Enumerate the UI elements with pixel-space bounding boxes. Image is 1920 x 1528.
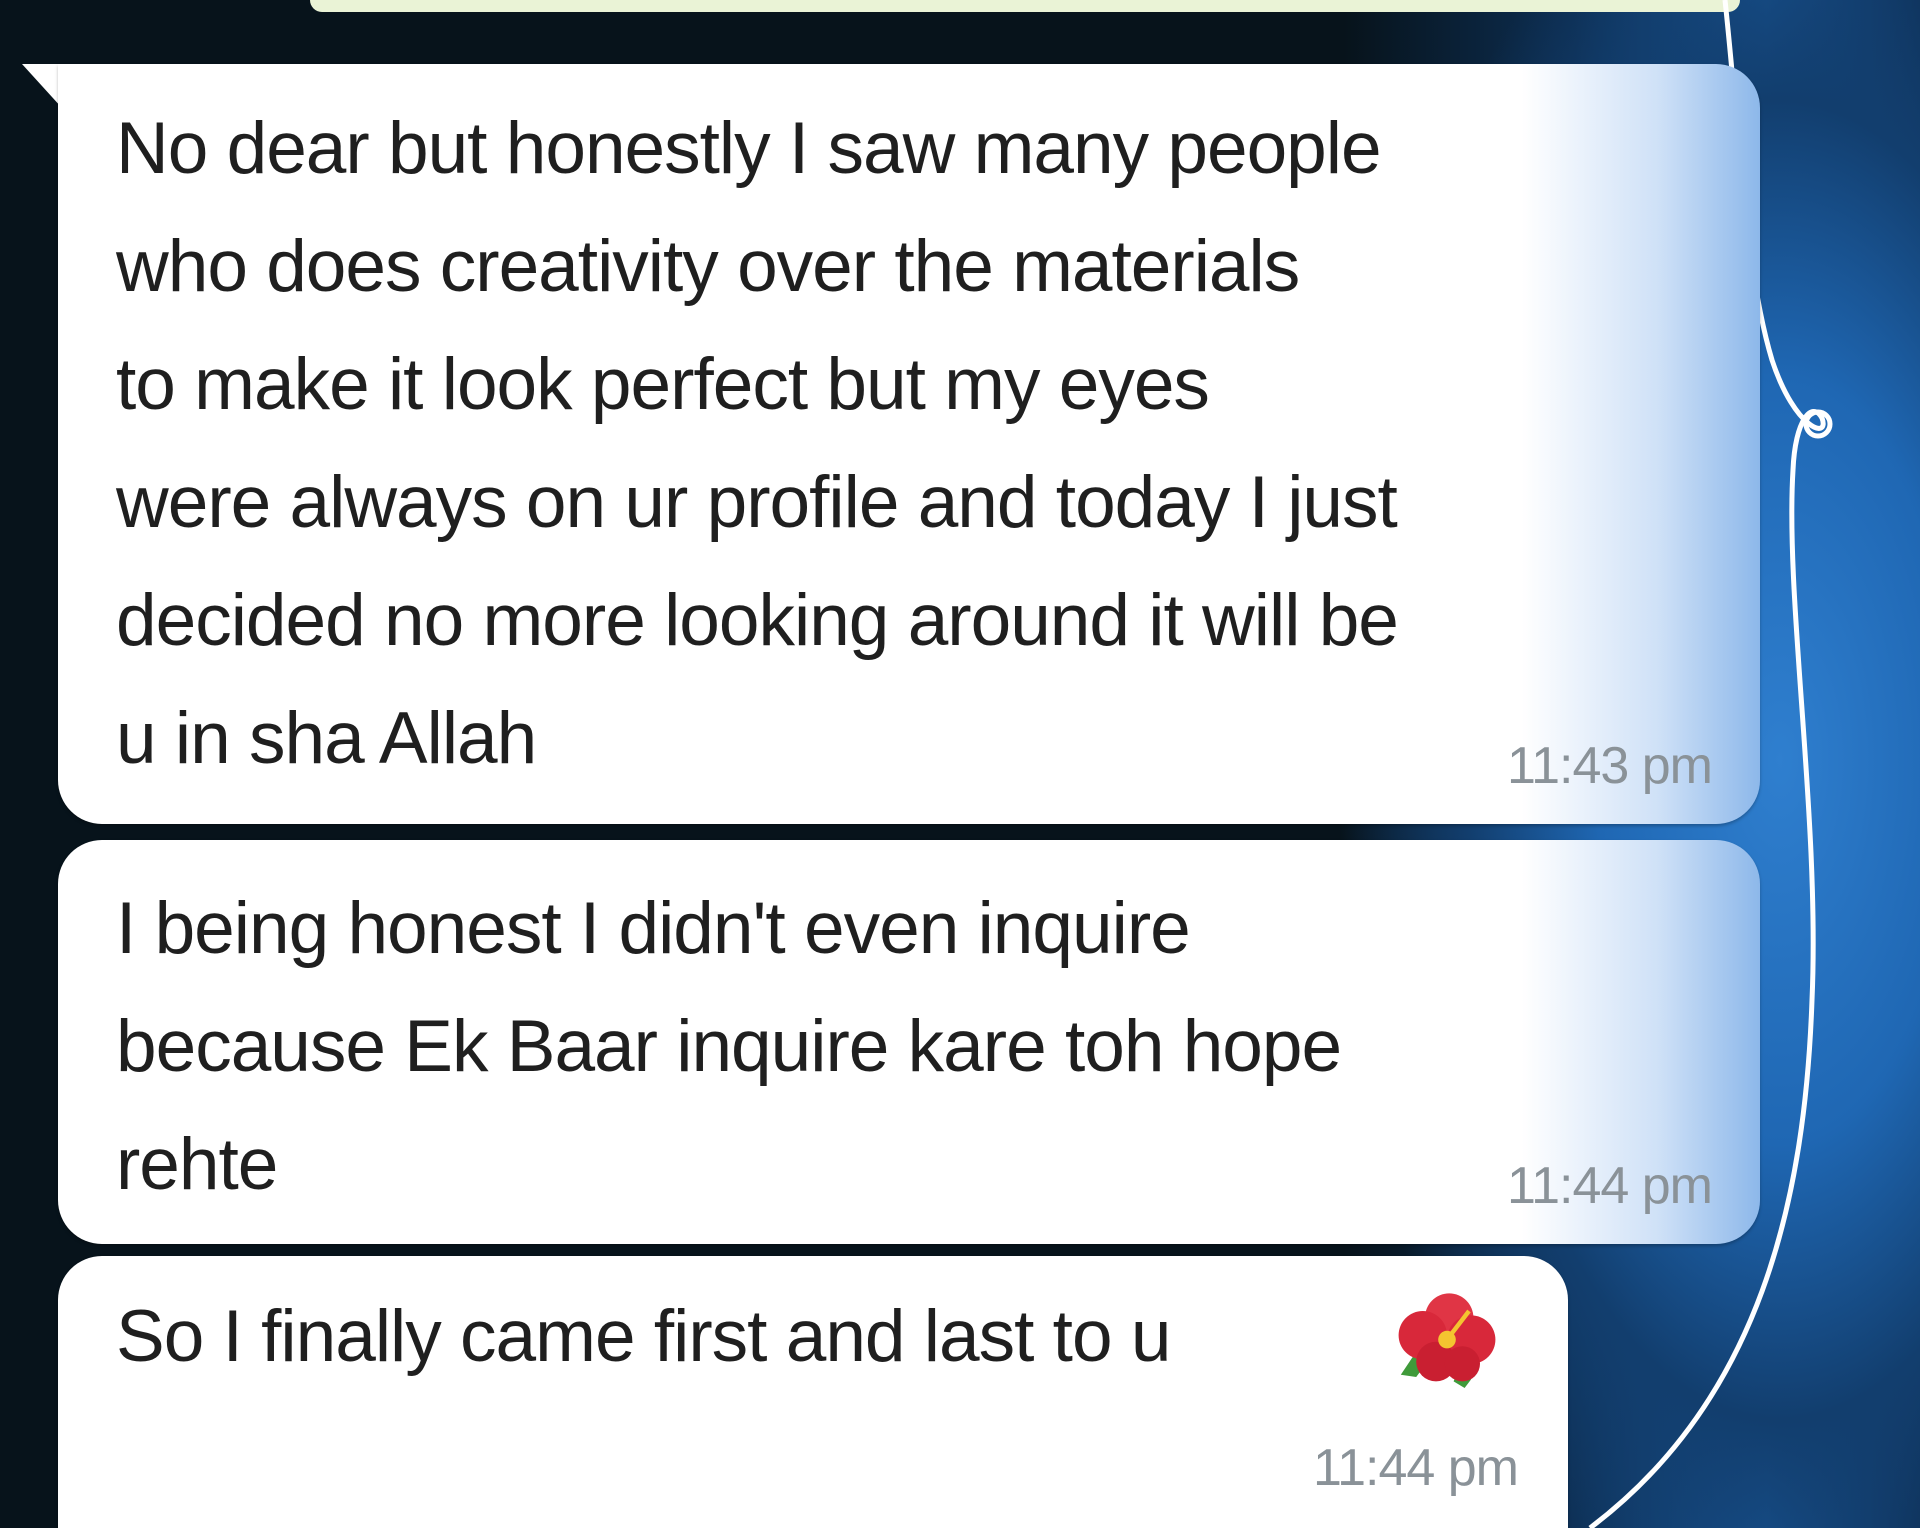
hibiscus-icon (1398, 1293, 1496, 1388)
message-timestamp: 11:43 pm (1507, 737, 1713, 795)
message-timestamp: 11:44 pm (1507, 1157, 1713, 1215)
message-bubble[interactable]: No dear but honestly I saw many people w… (58, 64, 1760, 824)
message-bubble[interactable]: I being honest I didn't even inquire bec… (58, 840, 1760, 1244)
message-text: No dear but honestly I saw many people w… (116, 108, 1399, 779)
bubble-tail (22, 64, 62, 108)
message-timestamp: 11:44 pm (1313, 1439, 1519, 1497)
message-text: So I finally came first and last to u (116, 1296, 1171, 1377)
message-text: I being honest I didn't even inquire bec… (116, 888, 1342, 1205)
message-bubble[interactable]: So I finally came first and last to u 11… (58, 1256, 1568, 1528)
